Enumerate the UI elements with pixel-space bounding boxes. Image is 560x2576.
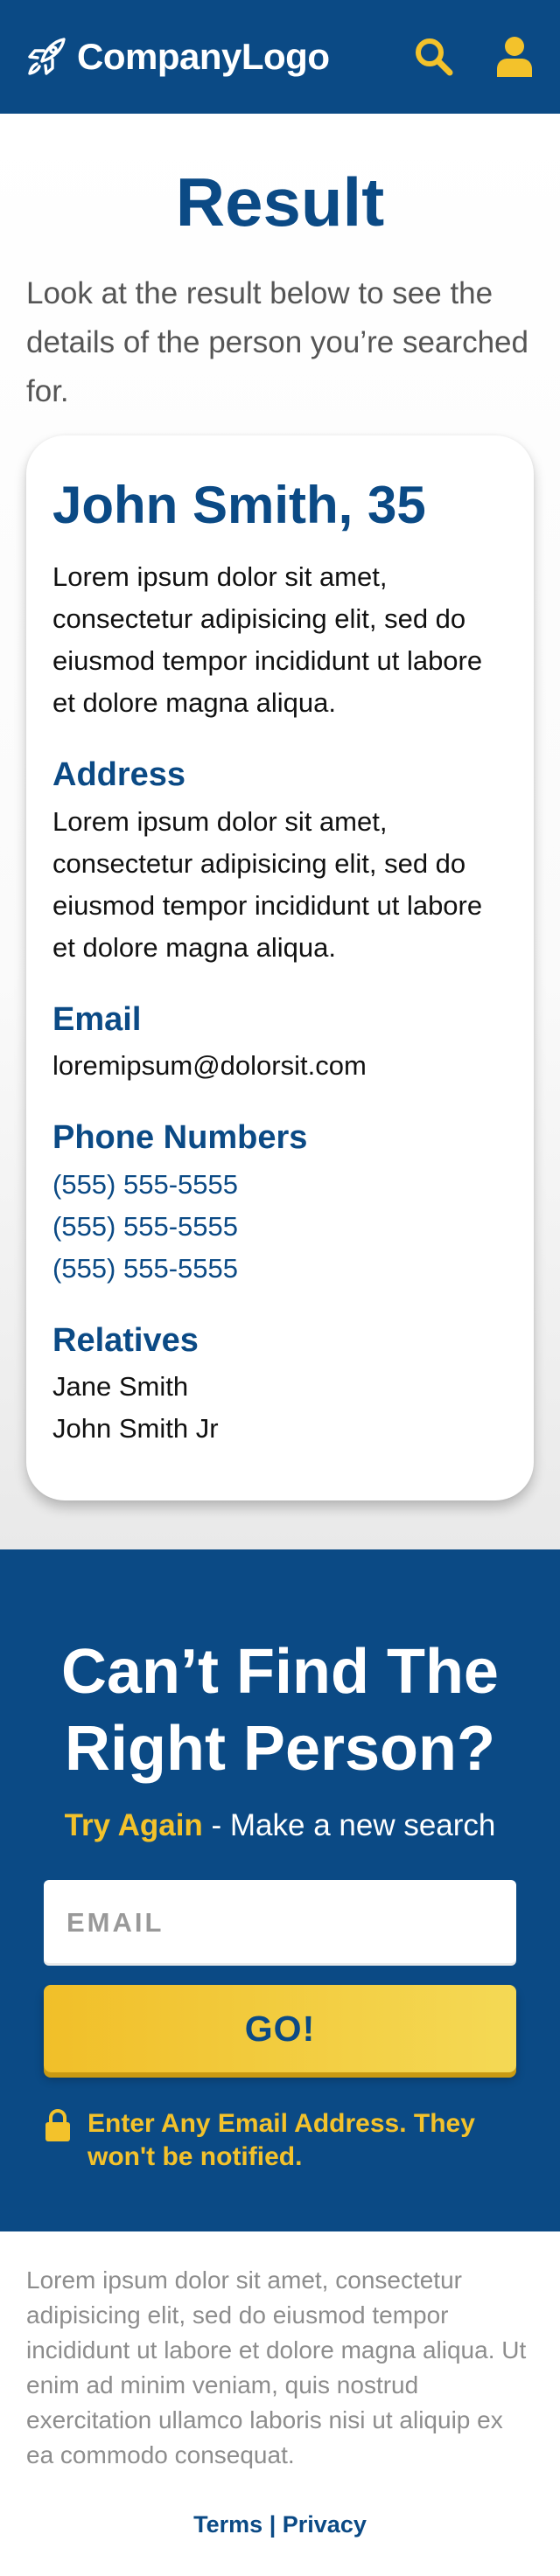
go-button[interactable]: GO! <box>44 1985 516 2072</box>
phone-number[interactable]: (555) 555-5555 <box>52 1206 508 1248</box>
cta-subtitle: Try Again - Make a new search <box>44 1808 516 1843</box>
cta-title: Can’t Find The Right Person? <box>61 1637 499 1784</box>
page-title: Result <box>175 164 385 240</box>
header-actions <box>413 35 536 79</box>
relatives-heading: Relatives <box>52 1321 199 1359</box>
phone-numbers-heading: Phone Numbers <box>52 1119 308 1157</box>
footer-text: Lorem ipsum dolor sit amet, consectetur … <box>26 2266 527 2468</box>
person-card: John Smith, 35 Lorem ipsum dolor sit ame… <box>26 435 534 1500</box>
company-logo[interactable]: CompanyLogo <box>24 35 330 79</box>
person-description: Lorem ipsum dolor sit amet, consectetur … <box>52 561 483 718</box>
cta-subtitle-rest: - Make a new search <box>202 1808 496 1842</box>
relative-item: Jane Smith <box>52 1371 189 1403</box>
site-footer: Lorem ipsum dolor sit amet, consectetur … <box>0 2231 560 2538</box>
privacy-link[interactable]: Privacy <box>283 2511 367 2538</box>
email-value: loremipsum@dolorsit.com <box>52 1050 367 1082</box>
person-name: John Smith, 35 <box>52 476 426 534</box>
phone-number[interactable]: (555) 555-5555 <box>52 1248 508 1290</box>
result-section: Result Look at the result below to see t… <box>0 114 560 1549</box>
search-icon[interactable] <box>413 35 455 79</box>
email-heading: Email <box>52 1000 142 1038</box>
notice-text: Enter Any Email Address. They won't be n… <box>88 2109 475 2171</box>
try-again-text: Try Again <box>64 1808 203 1842</box>
relative-item: John Smith Jr <box>52 1413 219 1445</box>
intro-text: Look at the result below to see the deta… <box>26 276 528 408</box>
footer-separator: | <box>269 2511 276 2538</box>
rocket-icon <box>24 35 68 79</box>
address-heading: Address <box>52 756 186 793</box>
user-icon[interactable] <box>494 35 536 79</box>
site-header: CompanyLogo <box>0 0 560 114</box>
search-again-section: Can’t Find The Right Person? Try Again -… <box>0 1549 560 2231</box>
address-text: Lorem ipsum dolor sit amet, consectetur … <box>52 805 483 963</box>
footer-links: Terms | Privacy <box>26 2511 534 2538</box>
terms-link[interactable]: Terms <box>193 2511 262 2538</box>
privacy-notice: Enter Any Email Address. They won't be n… <box>44 2107 516 2174</box>
phone-number[interactable]: (555) 555-5555 <box>52 1164 508 1206</box>
logo-text: CompanyLogo <box>77 36 330 77</box>
lock-icon <box>44 2108 72 2142</box>
email-input[interactable] <box>44 1880 516 1966</box>
